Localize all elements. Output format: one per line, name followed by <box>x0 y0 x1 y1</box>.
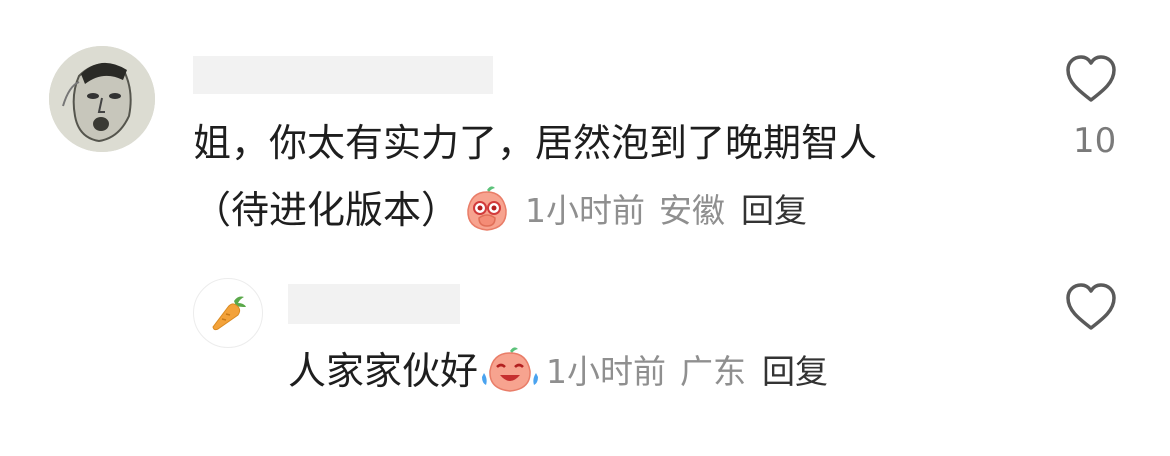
heart-outline-icon <box>1066 283 1116 330</box>
peach-face-crying-laughing-icon <box>480 343 540 399</box>
carrot-icon <box>212 296 246 331</box>
comment-location: 安徽 <box>659 190 726 230</box>
username-redacted[interactable] <box>193 56 493 94</box>
sketch-face-avatar-icon <box>49 46 155 152</box>
comment-location: 广东 <box>680 351 747 391</box>
peach-face-hand-over-mouth-icon <box>461 182 513 238</box>
avatar[interactable] <box>49 46 155 152</box>
comment-text-line2: （待进化版本） <box>193 188 460 232</box>
comment-time: 1小时前 <box>546 351 667 391</box>
like-button[interactable] <box>1064 282 1118 332</box>
comment-text-line1: 姐，你太有实力了，居然泡到了晚期智人 <box>193 121 878 165</box>
reply-button[interactable]: 回复 <box>762 355 828 388</box>
comment-text: 人家家伙好 <box>288 349 479 393</box>
comment-line2: （待进化版本） 1小时前 安徽 回复 <box>193 186 807 234</box>
comment-time: 1小时前 <box>525 190 646 230</box>
like-count: 10 <box>1073 121 1117 161</box>
heart-outline-icon <box>1066 55 1116 102</box>
reply-comment-line: 人家家伙好 1小时前 广东 回复 <box>288 345 828 397</box>
username-redacted[interactable] <box>288 284 460 324</box>
like-button[interactable] <box>1064 54 1118 104</box>
reply-button[interactable]: 回复 <box>741 194 807 227</box>
avatar[interactable] <box>193 278 263 348</box>
